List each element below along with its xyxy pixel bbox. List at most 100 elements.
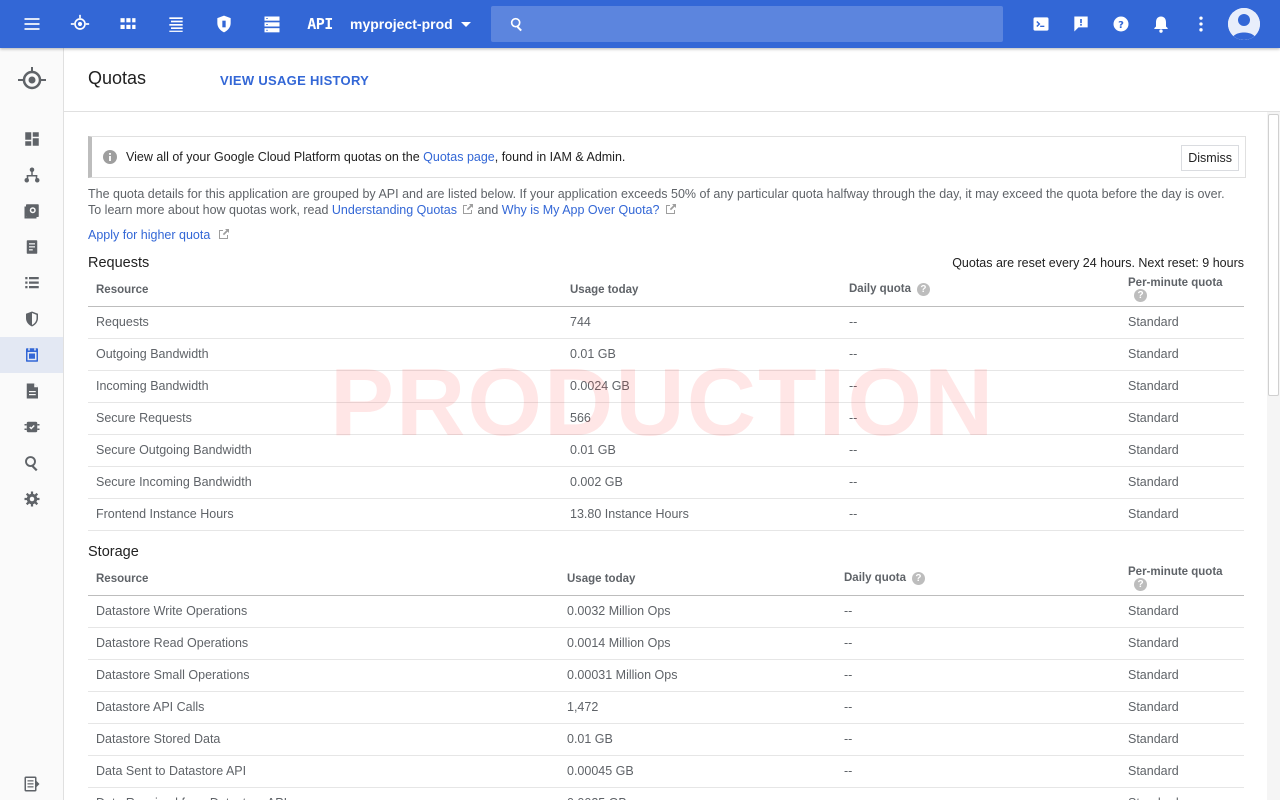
daily-quota-cell: -- (841, 306, 1120, 339)
reset-note: Quotas are reset every 24 hours. Next re… (952, 256, 1244, 270)
collapse-icon[interactable] (0, 766, 63, 802)
notifications-icon[interactable] (1145, 8, 1177, 40)
usage-cell: 0.0032 Million Ops (559, 595, 836, 628)
quotas-icon[interactable] (0, 337, 63, 373)
app-engine-logo-icon[interactable] (0, 60, 64, 100)
per-minute-quota-cell: Standard (1120, 755, 1244, 788)
dashboard-icon[interactable] (112, 8, 144, 40)
cron-jobs-icon[interactable] (0, 265, 63, 301)
api-icon[interactable]: API (304, 8, 336, 40)
task-queues-icon[interactable] (0, 229, 63, 265)
daily-quota-cell: -- (841, 370, 1120, 403)
apply-higher-quota-link[interactable]: Apply for higher quota (88, 228, 210, 242)
avatar[interactable] (1228, 8, 1260, 40)
search-input[interactable] (535, 15, 985, 33)
app-engine-icon[interactable] (64, 8, 96, 40)
understanding-quotas-link[interactable]: Understanding Quotas (332, 203, 457, 217)
resource-cell: Secure Incoming Bandwidth (88, 466, 562, 499)
table-row: Datastore Small Operations 0.00031 Millio… (88, 659, 1244, 692)
daily-quota-cell: -- (841, 498, 1120, 531)
feedback-icon[interactable] (1065, 8, 1097, 40)
info-icon (103, 150, 117, 164)
view-usage-history-link[interactable]: VIEW USAGE HISTORY (220, 73, 369, 88)
search-icon (510, 17, 522, 32)
per-minute-quota-cell: Standard (1120, 691, 1244, 724)
help-icon[interactable]: ? (911, 572, 925, 586)
search-icon[interactable] (0, 445, 63, 481)
per-minute-quota-cell: Standard (1120, 595, 1244, 628)
help-icon[interactable]: ? (1134, 578, 1147, 592)
table-header-row: Resource Usage today Daily quota? Per-mi… (88, 563, 1244, 596)
requests-section-title: Requests (88, 255, 150, 271)
left-nav (0, 48, 64, 800)
help-icon[interactable]: ? (916, 283, 930, 297)
hamburger-menu-icon[interactable] (16, 8, 48, 40)
table-header-row: Resource Usage today Daily quota? Per-mi… (88, 274, 1244, 307)
daily-quota-cell: -- (836, 691, 1120, 724)
scrollbar[interactable] (1267, 112, 1280, 800)
resource-cell: Secure Requests (88, 402, 562, 435)
daily-quota-cell: -- (836, 723, 1120, 756)
search-bar[interactable] (491, 6, 1003, 42)
resource-cell: Incoming Bandwidth (88, 370, 562, 403)
apply-higher-quota: Apply for higher quota (88, 228, 230, 242)
per-minute-quota-cell: Standard (1120, 498, 1244, 531)
daily-quota-cell: -- (841, 434, 1120, 467)
api-label: API (307, 15, 333, 33)
requests-table: Resource Usage today Daily quota? Per-mi… (88, 274, 1244, 531)
logs-icon[interactable] (160, 8, 192, 40)
table-row: Datastore Read Operations 0.0014 Million … (88, 627, 1244, 660)
usage-cell: 1,472 (559, 691, 836, 724)
usage-cell: 0.0025 GB (559, 787, 836, 800)
dismiss-button[interactable]: Dismiss (1181, 145, 1239, 171)
usage-cell: 566 (562, 402, 841, 435)
external-link-icon (219, 229, 230, 239)
resource-cell: Frontend Instance Hours (88, 498, 562, 531)
help-icon[interactable]: ? (1105, 8, 1137, 40)
usage-cell: 0.00031 Million Ops (559, 659, 836, 692)
dashboard-icon[interactable] (0, 121, 63, 157)
why-over-quota-link[interactable]: Why is My App Over Quota? (502, 203, 660, 217)
per-minute-quota-cell: Standard (1120, 627, 1244, 660)
table-row: Incoming Bandwidth 0.0024 GB -- Standard (88, 370, 1244, 403)
project-name: myproject-prod (350, 16, 453, 32)
security-shield-icon[interactable] (208, 8, 240, 40)
security-scans-icon[interactable] (0, 301, 63, 337)
per-minute-quota-cell: Standard (1120, 402, 1244, 435)
instances-icon[interactable] (0, 193, 63, 229)
column-header: Usage today (562, 274, 841, 307)
resource-cell: Data Received from Datastore API (88, 787, 559, 800)
column-header: Resource (88, 563, 559, 596)
usage-cell: 13.80 Instance Hours (562, 498, 841, 531)
resource-cell: Data Sent to Datastore API (88, 755, 559, 788)
chevron-down-icon (460, 21, 471, 27)
per-minute-quota-cell: Standard (1120, 659, 1244, 692)
project-picker[interactable]: myproject-prod (350, 12, 471, 36)
column-header: Per-minute quota? (1120, 274, 1244, 307)
resource-cell: Datastore Read Operations (88, 627, 559, 660)
help-icon[interactable]: ? (1134, 289, 1147, 303)
more-vert-icon[interactable] (1185, 8, 1217, 40)
resource-cell: Datastore Write Operations (88, 595, 559, 628)
memcache-icon[interactable] (0, 373, 63, 409)
quotas-page-link[interactable]: Quotas page (423, 150, 495, 164)
daily-quota-cell: -- (841, 466, 1120, 499)
blobstore-icon[interactable] (0, 409, 63, 445)
settings-icon[interactable] (0, 481, 63, 517)
resource-cell: Requests (88, 306, 562, 339)
table-row: Requests 744 -- Standard (88, 306, 1244, 339)
resource-cell: Outgoing Bandwidth (88, 338, 562, 371)
services-icon[interactable] (0, 157, 63, 193)
table-row: Datastore Write Operations 0.0032 Million… (88, 595, 1244, 628)
table-row: Secure Incoming Bandwidth 0.002 GB -- Stand… (88, 466, 1244, 499)
column-header: Per-minute quota? (1120, 563, 1244, 596)
per-minute-quota-cell: Standard (1120, 338, 1244, 371)
external-link-icon (462, 204, 473, 214)
page-header: Quotas VIEW USAGE HISTORY (64, 48, 1280, 112)
cloud-shell-icon[interactable] (1025, 8, 1057, 40)
usage-cell: 0.01 GB (562, 434, 841, 467)
scrollbar-thumb[interactable] (1268, 114, 1279, 396)
resource-cell: Datastore Stored Data (88, 723, 559, 756)
storage-icon[interactable] (256, 8, 288, 40)
usage-cell: 0.002 GB (562, 466, 841, 499)
